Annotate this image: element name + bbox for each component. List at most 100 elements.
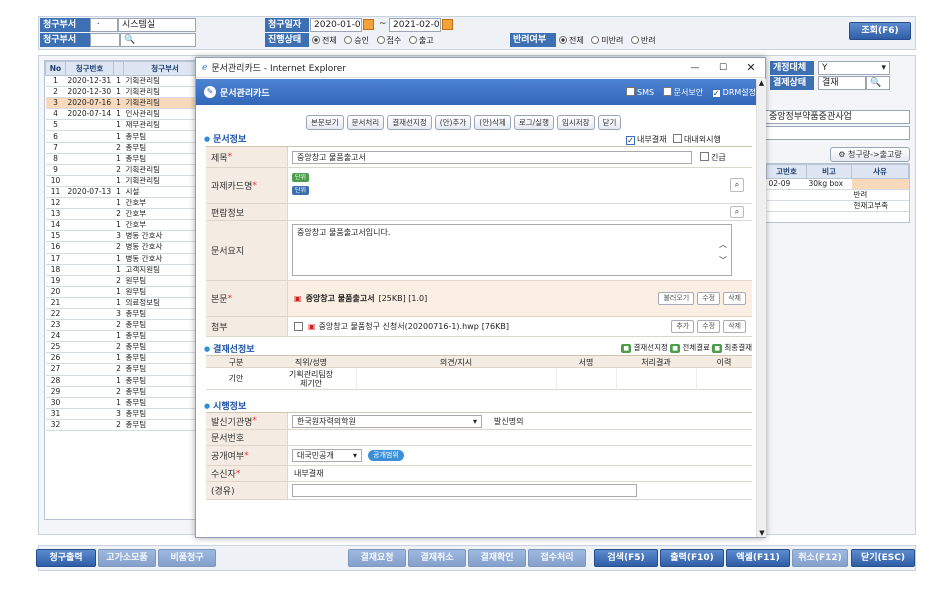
calendar-icon[interactable] bbox=[442, 19, 453, 30]
req-dept-code-field[interactable]: ㆍ bbox=[90, 18, 118, 32]
table-row[interactable]: 24 1 총무팀 bbox=[45, 330, 207, 343]
public-select[interactable]: 대국민공개 ▾ bbox=[292, 449, 362, 462]
calendar-icon[interactable] bbox=[363, 19, 374, 30]
table-row[interactable]: 17 1 병동 간호사 bbox=[45, 253, 207, 265]
result-search[interactable]: 🔍 bbox=[866, 76, 890, 90]
toolbar-button-2[interactable]: 결재선지정 bbox=[387, 115, 432, 130]
table-row[interactable]: 25 2 총무팀 bbox=[45, 341, 207, 354]
table-row[interactable]: 7 2 총무팀 bbox=[45, 142, 207, 154]
attach-add-button[interactable]: 추가 bbox=[671, 320, 695, 333]
toolbar-button-6[interactable]: 임시저장 bbox=[556, 115, 595, 130]
toolbar-button-4[interactable]: (안)삭제 bbox=[474, 115, 511, 130]
to-stock-button[interactable]: ⚙ 청구량->출고량 bbox=[830, 147, 910, 162]
table-row[interactable]: 5 1 재무관리팀 bbox=[45, 119, 207, 132]
chevron-down-icon[interactable]: ﹀ bbox=[719, 255, 727, 266]
table-row[interactable]: 기안 기획관리팀장 제기안 bbox=[206, 367, 752, 390]
chevron-up-icon[interactable]: ︿ bbox=[719, 239, 727, 250]
scroll-down-icon[interactable]: ▼ bbox=[757, 529, 767, 537]
close-icon[interactable]: ✕ bbox=[737, 61, 765, 74]
table-row[interactable]: 9 2 기획관리팀 bbox=[45, 164, 207, 176]
maximize-icon[interactable]: ☐ bbox=[709, 63, 737, 73]
drm-checkbox[interactable]: DRM설정 bbox=[711, 88, 756, 98]
req-dept-name-field[interactable]: 시스템실 bbox=[118, 18, 196, 32]
return-radio-group[interactable]: 전체 미반려 반려 bbox=[554, 35, 656, 46]
table-row[interactable]: 13 2 간호부 bbox=[45, 208, 207, 221]
table-row[interactable]: 21 1 의료정보팀 bbox=[45, 297, 207, 309]
request-table[interactable]: No 청구번호 청구부서 1 2020-12-31 1 기획관리팀 2 2020-12-3… bbox=[44, 60, 208, 520]
table-row[interactable]: 29 2 총무팀 bbox=[45, 386, 207, 398]
date-to-field[interactable]: 2021-02-09 bbox=[389, 18, 441, 32]
table-row[interactable]: 19 2 원무팀 bbox=[45, 275, 207, 287]
summary-textarea[interactable]: 중앙창고 물품출고서입니다. ︿ ﹀ bbox=[292, 224, 732, 276]
table-row[interactable]: 26 1 총무팀 bbox=[45, 352, 207, 365]
table-row[interactable]: 반려 bbox=[766, 189, 909, 202]
search-button[interactable]: 검색(F5) bbox=[594, 549, 658, 567]
table-row[interactable]: 31 3 총무팀 bbox=[45, 408, 207, 420]
consumable-button[interactable]: 고가소모품 bbox=[98, 549, 156, 567]
body-load-button[interactable]: 불러오기 bbox=[658, 292, 695, 305]
table-row[interactable]: 현재고부족 bbox=[766, 200, 909, 213]
table-row[interactable]: 18 1 고객지원팀 bbox=[45, 264, 207, 276]
table-row[interactable]: 4 2020-07-14 1 인사관리팀 bbox=[45, 108, 207, 121]
security-checkbox[interactable]: 문서보안 bbox=[662, 86, 703, 97]
toolbar-button-7[interactable]: 닫기 bbox=[597, 115, 622, 130]
attach-delete-button[interactable]: 삭제 bbox=[723, 320, 746, 333]
table-row[interactable]: 10 1 기획관리팀 bbox=[45, 175, 207, 187]
print-button[interactable]: 출력(F10) bbox=[660, 549, 724, 567]
table-row[interactable]: 20 1 원무팀 bbox=[45, 286, 207, 298]
req-dept2-field[interactable] bbox=[90, 33, 120, 47]
subject-input[interactable]: 중앙창고 물품출고서 bbox=[292, 150, 692, 164]
attach-edit-button[interactable]: 수정 bbox=[697, 320, 721, 333]
desc-field[interactable]: 중앙정부약품중관사업 bbox=[765, 110, 910, 124]
table-row[interactable]: 1 2020-12-31 1 기획관리팀 bbox=[45, 75, 207, 88]
right-table[interactable]: 고번호 비고 사유 02-09 30kg box 반려 현재고부족 bbox=[765, 163, 910, 223]
pub-search-icon[interactable]: ⌕ bbox=[730, 206, 744, 218]
toolbar-button-1[interactable]: 문서처리 bbox=[346, 115, 385, 130]
item-select[interactable]: Y ▾ bbox=[818, 61, 890, 75]
table-row[interactable]: 22 3 총무팀 bbox=[45, 308, 207, 321]
approve-check-button[interactable]: 결재확인 bbox=[468, 549, 526, 567]
close-button[interactable]: 닫기(ESC) bbox=[851, 549, 915, 567]
urgent-checkbox[interactable]: 긴급 bbox=[700, 151, 726, 163]
receipt-button[interactable]: 접수처리 bbox=[528, 549, 586, 567]
table-row[interactable]: 6 1 총무팀 bbox=[45, 130, 207, 143]
equipment-button[interactable]: 비품청구 bbox=[158, 549, 216, 567]
attach-checkbox[interactable] bbox=[294, 322, 303, 331]
table-row[interactable]: 28 1 총무팀 bbox=[45, 375, 207, 387]
scroll-up-icon[interactable]: ▲ bbox=[757, 79, 766, 87]
table-row[interactable]: 23 2 총무팀 bbox=[45, 319, 207, 332]
body-file-link[interactable]: 중앙창고 물품출고서 bbox=[306, 293, 375, 304]
popup-scrollbar[interactable]: ▲ ▼ bbox=[756, 79, 766, 537]
task-search-icon[interactable]: ⌕ bbox=[730, 178, 744, 192]
approve-cancel-button[interactable]: 결재취소 bbox=[408, 549, 466, 567]
toolbar-button-5[interactable]: 로그/실행 bbox=[513, 115, 554, 130]
attach-file-link[interactable]: 중앙창고 물품청구 신청서(20200716-1).hwp bbox=[319, 321, 479, 332]
table-row[interactable]: 02-09 30kg box bbox=[766, 178, 909, 191]
table-row[interactable]: 15 3 병동 간호사 bbox=[45, 230, 207, 243]
req-dept2-search[interactable]: 🔍 bbox=[120, 33, 196, 47]
excel-button[interactable]: 엑셀(F11) bbox=[726, 549, 790, 567]
table-row[interactable]: 11 2020-07-13 1 시설 bbox=[45, 186, 207, 199]
table-row[interactable]: 8 1 총무팀 bbox=[45, 153, 207, 165]
table-row[interactable]: 3 2020-07-16 1 기획관리팀 bbox=[45, 97, 207, 110]
via-input[interactable] bbox=[292, 484, 637, 497]
table-row[interactable]: 2 2020-12-30 1 기획관리팀 bbox=[45, 86, 207, 99]
table-row[interactable]: 32 2 총무팀 bbox=[45, 419, 207, 432]
external-checkbox[interactable]: 대내외시행 bbox=[673, 134, 721, 144]
table-row[interactable]: 30 1 총무팀 bbox=[45, 397, 207, 409]
body-edit-button[interactable]: 수정 bbox=[697, 292, 721, 305]
status-radio-group[interactable]: 전체 승인 접수 출고 bbox=[307, 35, 434, 46]
public-range-button[interactable]: 공개범위 bbox=[368, 450, 404, 461]
query-button[interactable]: 조회(F6) bbox=[849, 22, 911, 40]
cancel-button[interactable]: 취소(F12) bbox=[792, 549, 848, 567]
table-row[interactable]: 12 1 간호부 bbox=[45, 197, 207, 210]
minimize-icon[interactable]: — bbox=[681, 63, 709, 73]
toolbar-button-3[interactable]: (안)추가 bbox=[434, 115, 472, 130]
sms-checkbox[interactable]: SMS bbox=[626, 86, 654, 97]
print-request-button[interactable]: 청구출력 bbox=[36, 549, 96, 567]
table-row[interactable]: 16 2 병동 간호사 bbox=[45, 241, 207, 254]
internal-checkbox[interactable]: 내부결재 bbox=[626, 135, 666, 145]
org-select[interactable]: 한국원자력의학원 ▾ bbox=[292, 414, 482, 428]
result-field[interactable]: 결재 bbox=[818, 76, 866, 90]
approve-request-button[interactable]: 결재요청 bbox=[348, 549, 406, 567]
